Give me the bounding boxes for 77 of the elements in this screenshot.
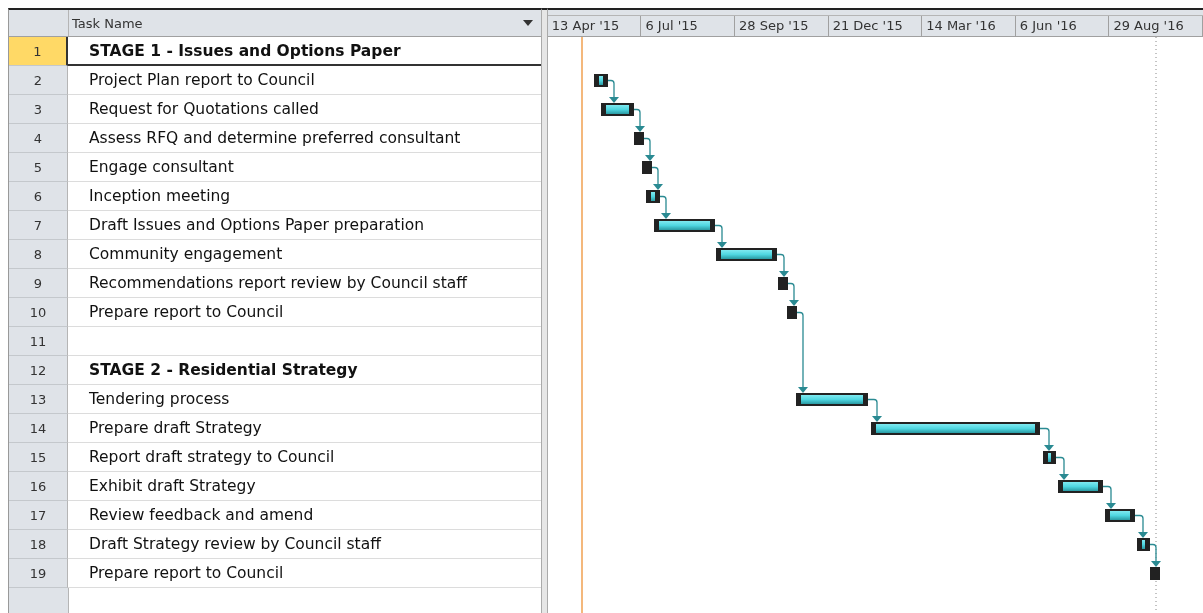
row-header-column: [9, 588, 69, 613]
row-number[interactable]: 1: [9, 37, 68, 66]
task-bar[interactable]: [786, 305, 797, 319]
task-name: Exhibit draft Strategy: [68, 472, 541, 501]
task-name: Assess RFQ and determine preferred consultant: [68, 124, 541, 153]
timescale-label: 13 Apr '15: [547, 15, 642, 36]
task-name: Draft Strategy review by Council staff: [68, 530, 541, 559]
row-number[interactable]: 12: [9, 356, 68, 385]
task-bar[interactable]: [593, 73, 608, 87]
connector-arrow: [1039, 427, 1054, 451]
dropdown-arrow-icon[interactable]: [522, 20, 533, 26]
row-number[interactable]: 9: [9, 269, 68, 298]
task-bar[interactable]: [645, 189, 660, 203]
row-number[interactable]: 2: [9, 66, 68, 95]
task-name: Request for Quotations called: [68, 95, 541, 124]
connector-arrow: [714, 224, 727, 248]
row-number[interactable]: 7: [9, 211, 68, 240]
task-bar[interactable]: [633, 131, 644, 145]
task-name: Engage consultant: [68, 153, 541, 182]
task-name: Tendering process: [68, 385, 541, 414]
task-bar[interactable]: [1104, 508, 1135, 522]
row-number[interactable]: 18: [9, 530, 68, 559]
row-number[interactable]: 19: [9, 559, 68, 588]
stage-name: STAGE 1 - Issues and Options Paper: [68, 37, 541, 66]
row-number[interactable]: 10: [9, 298, 68, 327]
row-number[interactable]: 17: [9, 501, 68, 530]
task-name: Report draft strategy to Council: [68, 443, 541, 472]
task-bar[interactable]: [777, 276, 788, 290]
task-name: Recommendations report review by Council staff: [68, 269, 541, 298]
task-bar[interactable]: [1149, 566, 1160, 580]
connector-arrow: [659, 195, 671, 219]
row-number[interactable]: 11: [9, 327, 68, 356]
task-bar[interactable]: [653, 218, 715, 232]
task-name: Prepare report to Council: [68, 298, 541, 327]
task-name: Project Plan report to Council: [68, 66, 541, 95]
task-bar[interactable]: [870, 421, 1040, 435]
task-bar[interactable]: [600, 102, 634, 116]
task-bar[interactable]: [1042, 450, 1056, 464]
row-number[interactable]: 16: [9, 472, 68, 501]
task-bar[interactable]: [1057, 479, 1103, 493]
task-name: Prepare draft Strategy: [68, 414, 541, 443]
row-number[interactable]: 15: [9, 443, 68, 472]
timescale-label: 29 Aug '16: [1109, 15, 1203, 36]
connector-arrow: [643, 137, 655, 161]
task-bar[interactable]: [715, 247, 777, 261]
task-name: Community engagement: [68, 240, 541, 269]
connector-arrow: [1102, 485, 1116, 509]
timescale-label: 28 Sep '15: [735, 15, 829, 36]
task-name: Prepare report to Council: [68, 559, 541, 588]
connector-arrow: [651, 166, 663, 190]
stage-name: STAGE 2 - Residential Strategy: [68, 356, 541, 385]
task-name: Review feedback and amend: [68, 501, 541, 530]
connector-arrow: [1134, 514, 1148, 538]
task-name: Draft Issues and Options Paper preparation: [68, 211, 541, 240]
row-number[interactable]: 13: [9, 385, 68, 414]
connector-arrow: [867, 398, 882, 422]
connector-arrow: [787, 282, 799, 306]
row-number[interactable]: 5: [9, 153, 68, 182]
timescale-label: 21 Dec '15: [828, 15, 923, 36]
task-bar[interactable]: [795, 392, 868, 406]
task-name: Inception meeting: [68, 182, 541, 211]
connector-arrow: [633, 108, 645, 132]
timescale-label: 6 Jun '16: [1015, 15, 1110, 36]
task-bar[interactable]: [641, 160, 652, 174]
row-number[interactable]: 3: [9, 95, 68, 124]
column-title: Task Name: [72, 15, 143, 31]
connector-arrow: [1055, 456, 1069, 480]
connector-arrow: [607, 79, 619, 103]
row-number[interactable]: 8: [9, 240, 68, 269]
row-number[interactable]: 4: [9, 124, 68, 153]
connector-arrow: [1149, 543, 1161, 567]
row-number[interactable]: 6: [9, 182, 68, 211]
timescale-label: 14 Mar '16: [922, 15, 1016, 36]
connector-arrow: [776, 253, 789, 277]
timescale-label: 6 Jul '15: [641, 15, 736, 36]
task-bar[interactable]: [1136, 537, 1150, 551]
row-number[interactable]: 14: [9, 414, 68, 443]
